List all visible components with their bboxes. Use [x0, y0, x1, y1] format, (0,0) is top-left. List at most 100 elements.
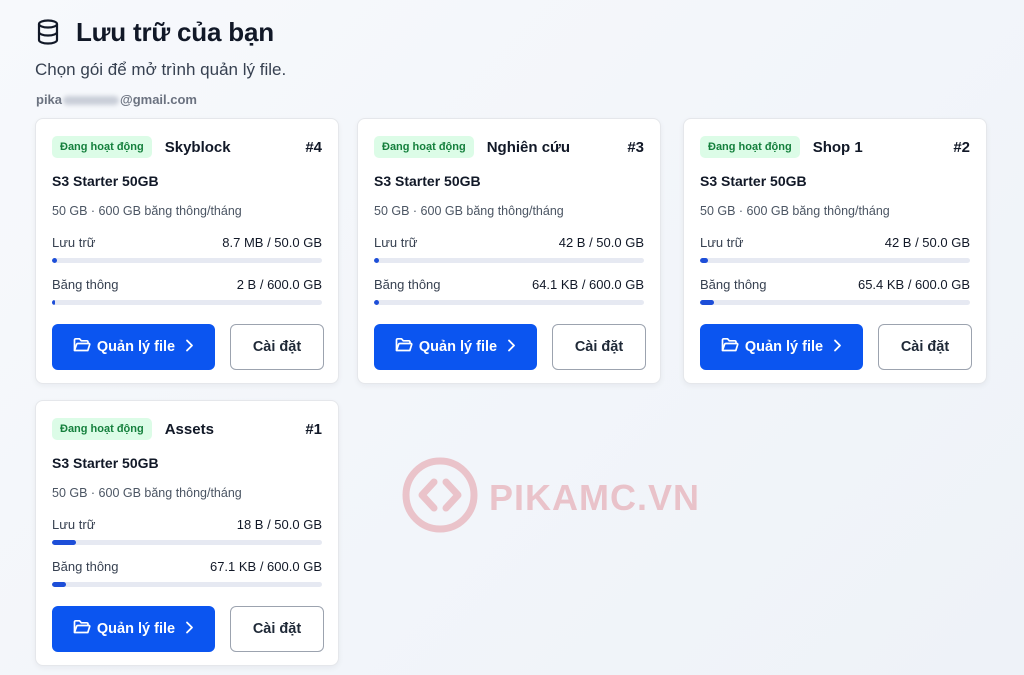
- manage-files-button[interactable]: Quản lý file: [52, 324, 215, 370]
- bucket-number: #1: [305, 420, 322, 438]
- status-badge: Đang hoạt động: [52, 418, 152, 440]
- manage-files-label: Quản lý file: [744, 339, 824, 355]
- chevron-right-icon: [507, 339, 516, 356]
- card-header: Đang hoạt động Shop 1 #2: [700, 135, 970, 159]
- bandwidth-label: Băng thông: [52, 277, 119, 292]
- status-badge: Đang hoạt động: [374, 136, 474, 158]
- email-suffix: @gmail.com: [120, 92, 197, 107]
- database-icon: [36, 19, 60, 45]
- bandwidth-progress-fill: [52, 582, 66, 587]
- bandwidth-value: 67.1 KB / 600.0 GB: [209, 559, 322, 574]
- storage-value: 42 B / 50.0 GB: [884, 235, 970, 250]
- account-email: pika @gmail.com: [36, 92, 286, 107]
- watermark: PIKAMC.VN: [401, 456, 700, 539]
- storage-usage-row: Lưu trữ 8.7 MB / 50.0 GB: [52, 235, 322, 250]
- plan-name: S3 Starter 50GB: [52, 173, 159, 189]
- title-row: Lưu trữ của bạn: [36, 14, 286, 50]
- storage-progress-bar: [52, 540, 322, 545]
- storage-progress-bar: [52, 258, 322, 263]
- bucket-name: Skyblock: [164, 138, 231, 156]
- bandwidth-value: 65.4 KB / 600.0 GB: [857, 277, 970, 292]
- bucket-number: #3: [627, 138, 644, 156]
- folder-open-icon: [395, 337, 413, 357]
- storage-card: Đang hoạt động Shop 1 #2 S3 Starter 50GB 50 …: [683, 118, 987, 384]
- page-header: Lưu trữ của bạn Chọn gói để mở trình quả…: [35, 14, 287, 108]
- bandwidth-progress-fill: [700, 300, 714, 305]
- bandwidth-progress-bar: [374, 300, 644, 305]
- page-subtitle: Chọn gói để mở trình quản lý file.: [35, 60, 287, 79]
- storage-usage-row: Lưu trữ 42 B / 50.0 GB: [374, 235, 644, 250]
- folder-open-icon: [721, 337, 739, 357]
- bandwidth-progress-bar: [52, 300, 322, 305]
- bandwidth-value: 2 B / 600.0 GB: [236, 277, 322, 292]
- email-prefix: pika: [36, 92, 63, 107]
- bandwidth-usage-row: Băng thông 2 B / 600.0 GB: [52, 277, 322, 292]
- bandwidth-usage-row: Băng thông 64.1 KB / 600.0 GB: [374, 277, 644, 292]
- bucket-name: Nghiên cứu: [486, 138, 571, 156]
- bandwidth-label: Băng thông: [700, 277, 767, 292]
- chevron-right-icon: [833, 339, 842, 356]
- bandwidth-usage-row: Băng thông 65.4 KB / 600.0 GB: [700, 277, 970, 292]
- bandwidth-label: Băng thông: [52, 559, 119, 574]
- card-header: Đang hoạt động Skyblock #4: [52, 135, 322, 159]
- chevron-right-icon: [185, 339, 194, 356]
- settings-button[interactable]: Cài đặt: [552, 324, 646, 370]
- card-header: Đang hoạt động Nghiên cứu #3: [374, 135, 644, 159]
- storage-usage-row: Lưu trữ 18 B / 50.0 GB: [52, 517, 322, 532]
- storage-progress-fill: [52, 258, 58, 263]
- manage-files-button[interactable]: Quản lý file: [52, 606, 215, 652]
- folder-open-icon: [73, 619, 91, 639]
- bandwidth-progress-fill: [52, 300, 56, 305]
- plan-name: S3 Starter 50GB: [700, 173, 807, 189]
- plan-spec: 50 GB · 600 GB băng thông/tháng: [700, 204, 890, 218]
- email-redacted-blur: [63, 96, 120, 106]
- plan-spec: 50 GB · 600 GB băng thông/tháng: [52, 204, 242, 218]
- storage-value: 8.7 MB / 50.0 GB: [222, 235, 322, 250]
- manage-files-label: Quản lý file: [96, 621, 176, 637]
- bandwidth-value: 64.1 KB / 600.0 GB: [531, 277, 644, 292]
- storage-progress-fill: [700, 258, 709, 263]
- storage-value: 18 B / 50.0 GB: [236, 517, 322, 532]
- manage-files-button[interactable]: Quản lý file: [700, 324, 863, 370]
- storage-progress-bar: [374, 258, 644, 263]
- storage-value: 42 B / 50.0 GB: [558, 235, 644, 250]
- page-title: Lưu trữ của bạn: [76, 16, 274, 47]
- bucket-name: Shop 1: [812, 138, 863, 156]
- manage-files-button[interactable]: Quản lý file: [374, 324, 537, 370]
- card-header: Đang hoạt động Assets #1: [52, 417, 322, 441]
- bucket-number: #2: [953, 138, 970, 156]
- bandwidth-progress-bar: [700, 300, 970, 305]
- bandwidth-usage-row: Băng thông 67.1 KB / 600.0 GB: [52, 559, 322, 574]
- storage-progress-fill: [52, 540, 77, 545]
- plan-name: S3 Starter 50GB: [52, 455, 159, 471]
- plan-name: S3 Starter 50GB: [374, 173, 481, 189]
- status-badge: Đang hoạt động: [52, 136, 152, 158]
- bucket-number: #4: [305, 138, 322, 156]
- watermark-logo-icon: [401, 456, 479, 539]
- storage-card: Đang hoạt động Skyblock #4 S3 Starter 50GB 5…: [35, 118, 339, 384]
- storage-label: Lưu trữ: [52, 235, 96, 250]
- storage-label: Lưu trữ: [52, 517, 96, 532]
- bucket-name: Assets: [164, 420, 214, 438]
- storage-card: Đang hoạt động Assets #1 S3 Starter 50GB 50 …: [35, 400, 339, 666]
- manage-files-label: Quản lý file: [418, 339, 498, 355]
- watermark-text: PIKAMC.VN: [489, 476, 701, 518]
- plan-spec: 50 GB · 600 GB băng thông/tháng: [52, 486, 242, 500]
- bandwidth-progress-bar: [52, 582, 322, 587]
- status-badge: Đang hoạt động: [700, 136, 800, 158]
- settings-button[interactable]: Cài đặt: [878, 324, 972, 370]
- storage-progress-fill: [374, 258, 380, 263]
- settings-button[interactable]: Cài đặt: [230, 606, 324, 652]
- storage-card: Đang hoạt động Nghiên cứu #3 S3 Starter 50G…: [357, 118, 661, 384]
- storage-usage-row: Lưu trữ 42 B / 50.0 GB: [700, 235, 970, 250]
- plan-spec: 50 GB · 600 GB băng thông/tháng: [374, 204, 564, 218]
- settings-button[interactable]: Cài đặt: [230, 324, 324, 370]
- storage-label: Lưu trữ: [374, 235, 418, 250]
- storage-progress-bar: [700, 258, 970, 263]
- chevron-right-icon: [185, 621, 194, 638]
- bandwidth-label: Băng thông: [374, 277, 441, 292]
- manage-files-label: Quản lý file: [96, 339, 176, 355]
- storage-label: Lưu trữ: [700, 235, 744, 250]
- folder-open-icon: [73, 337, 91, 357]
- bandwidth-progress-fill: [374, 300, 380, 305]
